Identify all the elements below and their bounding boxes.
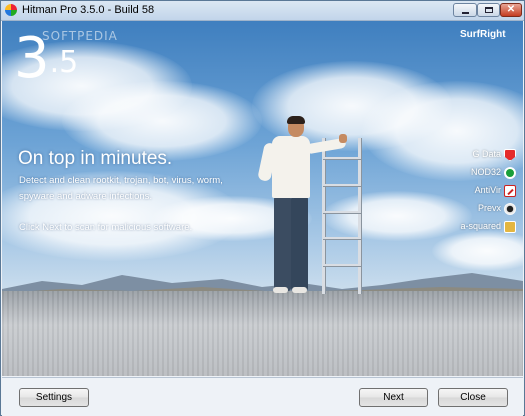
- description: Detect and clean rootkit, trojan, bot, v…: [19, 173, 249, 205]
- window-title: Hitman Pro 3.5.0 - Build 58: [22, 4, 155, 16]
- gdata-shield-icon: [504, 149, 516, 161]
- ladder-rung: [323, 157, 361, 159]
- brand-logo: SurfRight: [460, 29, 506, 40]
- gravel-ground: [2, 291, 523, 376]
- call-to-action: Click Next to scan for malicious softwar…: [19, 222, 193, 233]
- ladder-rung: [323, 184, 361, 186]
- man-figure: [273, 287, 288, 293]
- title-bar[interactable]: Hitman Pro 3.5.0 - Build 58 ✕: [1, 1, 524, 21]
- engine-list: G Data NOD32 AntiVir Prevx a-squared: [432, 147, 517, 237]
- ladder-rung: [323, 264, 361, 266]
- close-x-icon: ✕: [506, 4, 516, 15]
- watermark: SOFTPEDIA: [42, 29, 118, 43]
- ladder-rung: [323, 237, 361, 239]
- main-window: Hitman Pro 3.5.0 - Build 58 ✕ 3.5 SOFTPE…: [0, 0, 525, 416]
- description-line: Detect and clean rootkit, trojan, bot, v…: [19, 175, 223, 186]
- headline: On top in minutes.: [18, 148, 173, 169]
- engine-name: G Data: [472, 149, 501, 159]
- ladder-rung: [323, 211, 361, 213]
- man-figure: [274, 196, 291, 291]
- asquared-icon: [504, 221, 516, 233]
- ladder-rail: [322, 138, 325, 294]
- close-window-button[interactable]: ✕: [500, 3, 522, 17]
- close-button[interactable]: Close: [438, 388, 508, 407]
- engine-item-prevx: Prevx: [432, 201, 517, 217]
- settings-button[interactable]: Settings: [19, 388, 89, 407]
- hero-banner: 3.5 SOFTPEDIA SurfRight On top in minute…: [2, 21, 523, 376]
- man-figure: [287, 116, 305, 124]
- engine-item-gdata: G Data: [432, 147, 517, 163]
- version-minor: .5: [49, 45, 79, 80]
- man-figure: [272, 136, 310, 198]
- engine-item-antivir: AntiVir: [432, 183, 517, 199]
- man-figure: [339, 134, 347, 143]
- antivir-umbrella-icon: [504, 185, 516, 197]
- engine-name: NOD32: [470, 167, 501, 177]
- nod32-eye-icon: [504, 167, 516, 179]
- man-figure: [291, 196, 308, 291]
- prevx-eye-icon: [504, 203, 516, 215]
- engine-name: a-squared: [460, 221, 501, 231]
- description-line: spyware and adware infections.: [19, 191, 153, 202]
- minimize-button[interactable]: [453, 3, 477, 17]
- ladder-rail: [358, 138, 361, 294]
- app-logo-icon: [5, 4, 17, 16]
- engine-item-nod32: NOD32: [432, 165, 517, 181]
- engine-name: Prevx: [477, 203, 501, 213]
- next-button[interactable]: Next: [359, 388, 428, 407]
- engine-item-asquared: a-squared: [432, 219, 517, 235]
- minimize-icon: [462, 12, 469, 14]
- maximize-icon: [485, 7, 493, 13]
- man-figure: [292, 287, 307, 293]
- button-bar: Settings Next Close: [2, 377, 523, 416]
- engine-name: AntiVir: [474, 185, 501, 195]
- maximize-button[interactable]: [477, 3, 500, 17]
